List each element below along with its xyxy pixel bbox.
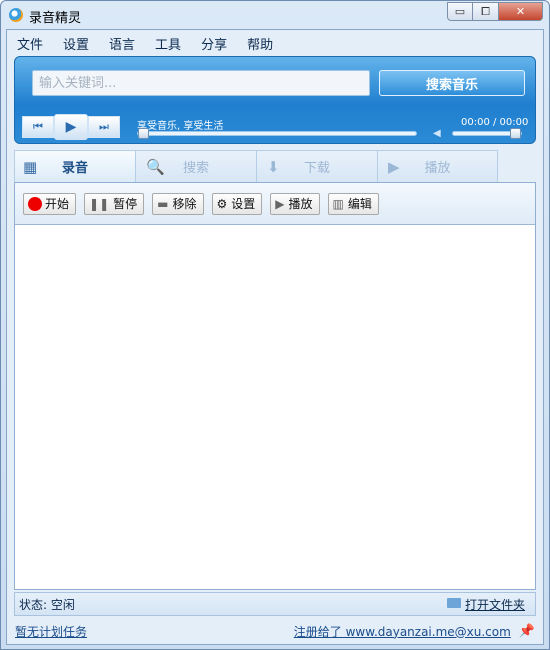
button-label: 编辑	[347, 197, 372, 211]
next-track-button[interactable]: ⏭	[88, 116, 120, 138]
pin-icon[interactable]: 📌	[519, 624, 535, 639]
button-label: 暂停	[113, 197, 138, 211]
menu-settings[interactable]: 设置	[63, 34, 89, 53]
start-record-button[interactable]: 开始	[23, 192, 77, 215]
status-text: 状态: 空闲	[19, 597, 75, 612]
volume-handle[interactable]	[510, 128, 521, 139]
tab-search[interactable]: 🔍 搜索	[135, 150, 256, 182]
button-label: 播放	[288, 197, 313, 211]
record-icon	[28, 196, 42, 211]
footer-bar: 暂无计划任务 注册给了 www.dayanzai.me@xu.com 📌	[7, 618, 543, 644]
previous-track-button[interactable]: ⏮	[22, 116, 54, 138]
tab-label: 搜索	[182, 161, 209, 176]
menu-help[interactable]: 帮助	[247, 34, 273, 53]
edit-button[interactable]: ▥ 编辑	[327, 192, 379, 215]
folder-icon	[446, 598, 461, 608]
close-button[interactable]: ✕	[499, 2, 543, 21]
menu-file[interactable]: 文件	[17, 34, 43, 53]
search-music-button[interactable]: 搜索音乐	[379, 70, 525, 96]
scheduled-tasks-link[interactable]: 暂无计划任务	[15, 623, 87, 640]
progress-handle[interactable]	[138, 128, 149, 139]
now-playing-text: 享受音乐, 享受生活	[137, 121, 224, 132]
recording-list-panel: 开始 ❚❚ 暂停 ▬ 移除 ⚙ 设置 ▶ 播放 ▥ 编辑	[14, 182, 536, 590]
waveform-icon: ▦	[23, 158, 38, 176]
search-icon: 🔍	[146, 158, 165, 176]
app-logo-icon	[9, 8, 23, 22]
recording-toolbar: 开始 ❚❚ 暂停 ▬ 移除 ⚙ 设置 ▶ 播放 ▥ 编辑	[15, 183, 535, 225]
maximize-button[interactable]: ⧠	[473, 2, 499, 21]
settings-button[interactable]: ⚙ 设置	[211, 192, 263, 215]
menu-bar: 文件 设置 语言 工具 分享 帮助	[7, 30, 543, 56]
time-readout: 00:00 / 00:00	[461, 117, 529, 128]
open-folder-link[interactable]: 打开文件夹	[446, 596, 525, 613]
progress-slider[interactable]	[137, 128, 417, 139]
client-area: 文件 设置 语言 工具 分享 帮助 搜索音乐 ⏮ ▶ ⏭ 享受音乐, 享受生活 …	[6, 29, 544, 645]
window-title: 录音精灵	[29, 11, 82, 26]
app-window: 录音精灵 ▭ ⧠ ✕ 文件 设置 语言 工具 分享 帮助 搜索音乐 ⏮ ▶ ⏭ …	[0, 0, 550, 650]
tab-download[interactable]: ⬇ 下载	[256, 150, 377, 182]
remove-button[interactable]: ▬ 移除	[152, 192, 204, 215]
menu-share[interactable]: 分享	[201, 34, 227, 53]
main-tabs: ▦ 录音 🔍 搜索 ⬇ 下载 ▶ 播放	[14, 150, 498, 182]
tab-record[interactable]: ▦ 录音	[14, 150, 135, 182]
volume-slider[interactable]	[452, 128, 522, 139]
gear-icon: ⚙	[216, 196, 228, 211]
play-icon: ▶	[388, 158, 400, 176]
play-icon: ▶	[275, 196, 285, 211]
menu-tools[interactable]: 工具	[155, 34, 181, 53]
open-folder-label: 打开文件夹	[464, 597, 525, 612]
tab-play[interactable]: ▶ 播放	[377, 150, 498, 182]
status-bar: 状态: 空闲 打开文件夹	[14, 592, 536, 616]
tab-label: 录音	[61, 161, 88, 176]
title-bar[interactable]: 录音精灵 ▭ ⧠ ✕	[1, 1, 549, 29]
download-icon: ⬇	[267, 158, 280, 176]
button-label: 设置	[231, 197, 256, 211]
minimize-button[interactable]: ▭	[447, 2, 473, 21]
playback-controls: ⏮ ▶ ⏭	[22, 114, 120, 140]
volume-icon[interactable]: ◀	[433, 128, 441, 139]
tab-label: 播放	[424, 161, 451, 176]
registration-info: 注册给了 www.dayanzai.me@xu.com 📌	[294, 623, 535, 640]
play-icon: ▶	[65, 119, 77, 135]
window-controls: ▭ ⧠ ✕	[447, 2, 543, 21]
pause-icon: ❚❚	[89, 196, 110, 211]
skip-forward-icon: ⏭	[99, 120, 109, 133]
button-label: 移除	[172, 197, 197, 211]
tab-label: 下载	[303, 161, 330, 176]
skip-back-icon: ⏮	[33, 120, 43, 133]
play-recording-button[interactable]: ▶ 播放	[270, 192, 320, 215]
music-player-panel: 搜索音乐 ⏮ ▶ ⏭ 享受音乐, 享受生活 00:00 / 00:00 ◀	[14, 56, 536, 144]
play-button[interactable]: ▶	[54, 114, 88, 140]
menu-language[interactable]: 语言	[109, 34, 135, 53]
button-label: 开始	[45, 197, 70, 211]
registration-link[interactable]: 注册给了 www.dayanzai.me@xu.com	[294, 623, 511, 640]
remove-icon: ▬	[157, 196, 169, 211]
search-input[interactable]	[32, 70, 370, 96]
equalizer-icon: ▥	[332, 196, 344, 211]
pause-button[interactable]: ❚❚ 暂停	[84, 192, 145, 215]
